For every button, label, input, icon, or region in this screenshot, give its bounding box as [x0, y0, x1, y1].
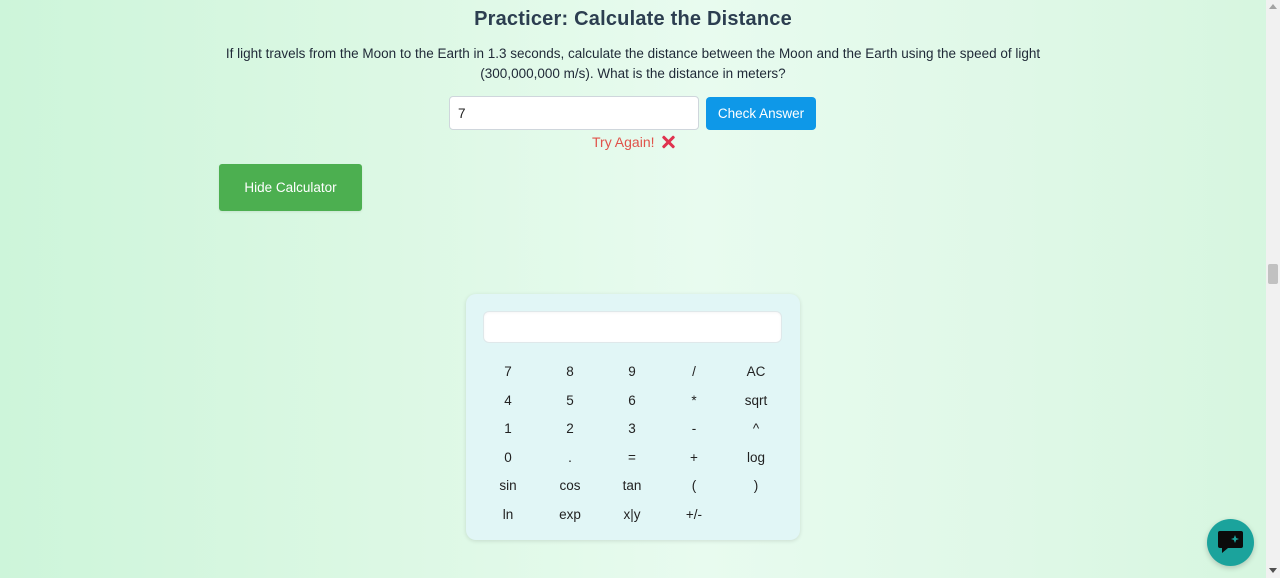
calc-key-ac[interactable]: AC	[729, 360, 783, 384]
calc-key-equals[interactable]: =	[605, 446, 659, 470]
calc-key-open-paren[interactable]: (	[667, 474, 721, 498]
calc-key-1[interactable]: 1	[481, 417, 535, 441]
calc-key-decimal[interactable]: .	[543, 446, 597, 470]
calc-key-plus[interactable]: +	[667, 446, 721, 470]
calc-key-0[interactable]: 0	[481, 446, 535, 470]
calc-key-x-root-y[interactable]: x|y	[605, 503, 659, 527]
feedback-text: Try Again!	[592, 134, 655, 150]
calc-key-7[interactable]: 7	[481, 360, 535, 384]
calc-key-5[interactable]: 5	[543, 389, 597, 413]
hide-calculator-button[interactable]: Hide Calculator	[219, 164, 362, 211]
calculator-display[interactable]	[483, 311, 782, 343]
calc-key-8[interactable]: 8	[543, 360, 597, 384]
calc-key-3[interactable]: 3	[605, 417, 659, 441]
vertical-scrollbar[interactable]	[1266, 0, 1280, 578]
calc-key-tan[interactable]: tan	[605, 474, 659, 498]
calc-key-minus[interactable]: -	[667, 417, 721, 441]
calc-key-close-paren[interactable]: )	[729, 474, 783, 498]
calc-key-log[interactable]: log	[729, 446, 783, 470]
calc-key-4[interactable]: 4	[481, 389, 535, 413]
feedback-message: Try Again!	[592, 132, 675, 152]
calc-key-sqrt[interactable]: sqrt	[729, 389, 783, 413]
chat-bubble-icon	[1218, 531, 1243, 553]
calc-key-power[interactable]: ^	[729, 417, 783, 441]
calc-key-negate[interactable]: +/-	[667, 503, 721, 527]
scroll-up-arrow-icon[interactable]	[1269, 4, 1277, 9]
calculator: 7 8 9 / AC 4 5 6 * sqrt 1 2 3- ^ 0. = + log sin cos tan () ln e…	[466, 294, 800, 540]
page: Practicer: Calculate the Distance If lig…	[0, 0, 1266, 578]
page-title: Practicer: Calculate the Distance	[474, 8, 792, 30]
answer-input[interactable]	[449, 96, 699, 130]
calc-key-2[interactable]: 2	[543, 417, 597, 441]
calc-key-9[interactable]: 9	[605, 360, 659, 384]
cross-mark-icon	[661, 135, 675, 149]
question-text: If light travels from the Moon to the Ea…	[225, 46, 1041, 81]
calc-key-divide[interactable]: /	[667, 360, 721, 384]
scrollbar-thumb[interactable]	[1268, 264, 1278, 284]
calc-key-sin[interactable]: sin	[481, 474, 535, 498]
chat-button[interactable]	[1207, 519, 1254, 566]
calc-key-exp[interactable]: exp	[543, 503, 597, 527]
calc-key-cos[interactable]: cos	[543, 474, 597, 498]
check-answer-button[interactable]: Check Answer	[706, 97, 816, 130]
calc-key-ln[interactable]: ln	[481, 503, 535, 527]
scroll-down-arrow-icon[interactable]	[1269, 568, 1277, 573]
calc-key-multiply[interactable]: *	[667, 389, 721, 413]
calc-key-6[interactable]: 6	[605, 389, 659, 413]
